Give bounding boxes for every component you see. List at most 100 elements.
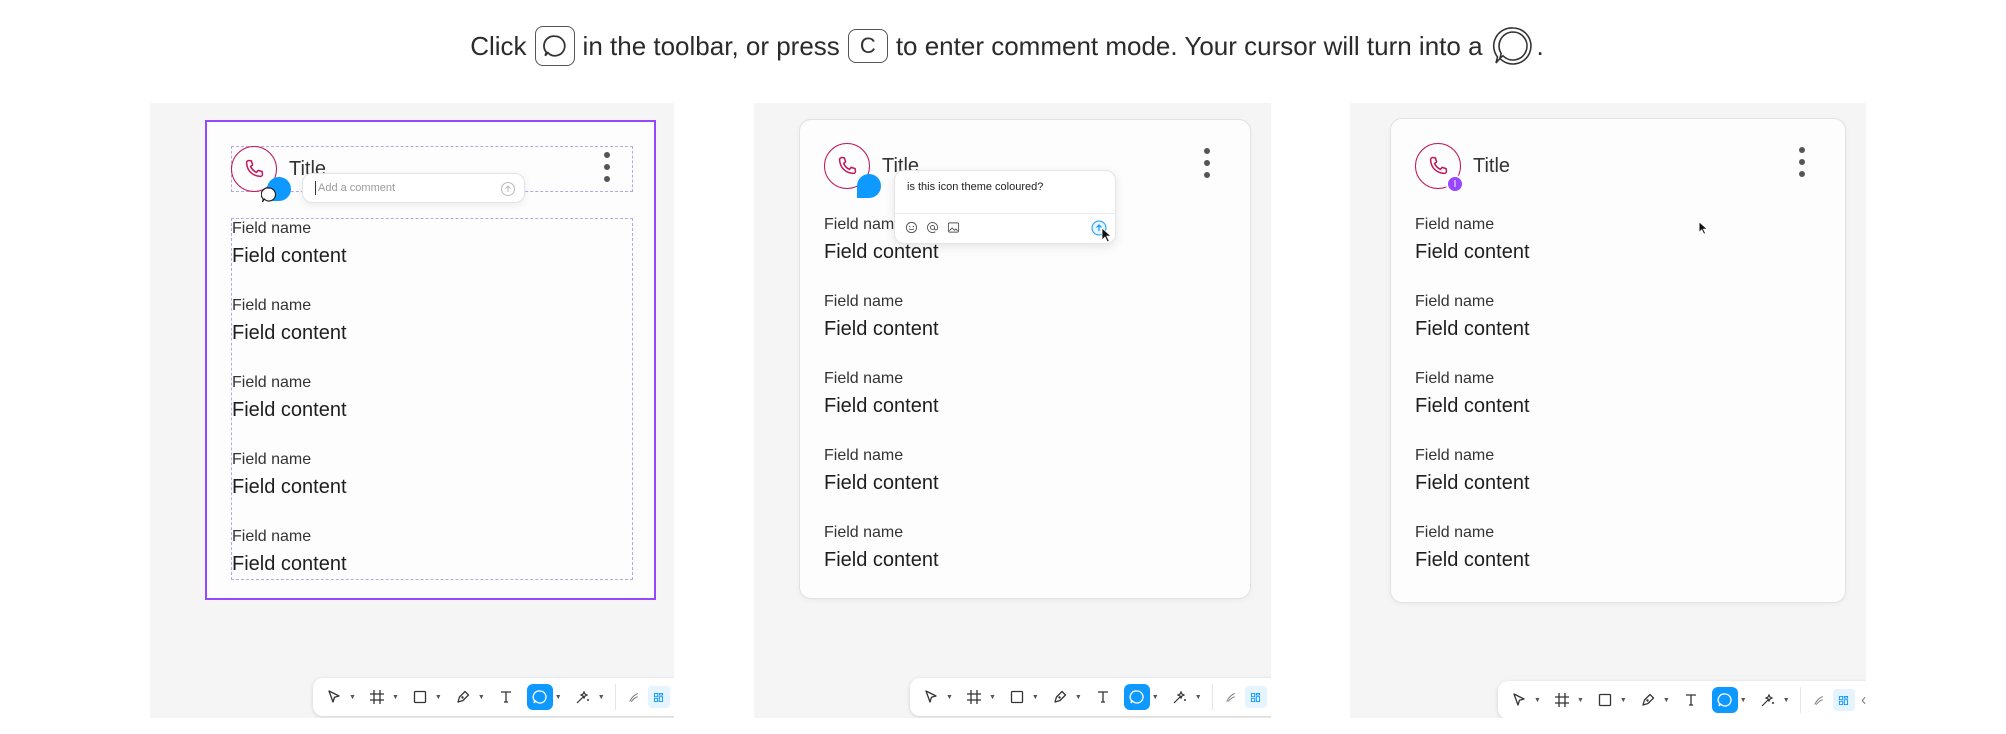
tool-comment[interactable]: ▼ <box>1123 684 1159 710</box>
tool-pen[interactable]: ▼ <box>1635 687 1670 713</box>
field-item: Field name Field content <box>1415 292 1530 369</box>
move-icon <box>1506 687 1532 713</box>
tool-pen[interactable]: ▼ <box>1047 684 1082 710</box>
chevron-down-icon[interactable]: ▼ <box>349 694 356 701</box>
tool-frame[interactable]: ▼ <box>364 684 399 710</box>
card[interactable]: Title Field name Field content Field nam… <box>799 119 1251 599</box>
chevron-down-icon[interactable]: ▼ <box>435 694 442 701</box>
draw-mode-icon[interactable] <box>1221 686 1243 708</box>
mention-icon[interactable] <box>926 221 939 234</box>
pen-icon <box>1635 687 1661 713</box>
chevron-down-icon[interactable]: ▼ <box>1783 697 1790 704</box>
comment-avatar-badge[interactable]: I <box>1446 175 1464 193</box>
add-comment-input[interactable]: Add a comment <box>302 173 525 203</box>
tool-shape[interactable]: ▼ <box>407 684 442 710</box>
field-content: Field content <box>232 245 347 267</box>
field-item: Field name Field content <box>1415 446 1530 523</box>
design-mode-icon[interactable] <box>1832 689 1855 711</box>
toolbar: ▼ ▼ ▼ ▼ ▼ ▼ <box>910 678 1271 716</box>
tool-actions[interactable]: ▼ <box>1167 684 1202 710</box>
chevron-down-icon[interactable]: ▼ <box>1740 697 1747 704</box>
divider <box>895 213 1115 214</box>
tool-text[interactable] <box>1678 687 1704 713</box>
tool-move[interactable]: ▼ <box>918 684 953 710</box>
chevron-down-icon[interactable]: ▼ <box>1620 697 1627 704</box>
tool-shape[interactable]: ▼ <box>1004 684 1039 710</box>
chevron-down-icon[interactable]: ▼ <box>989 694 996 701</box>
dev-mode-icon[interactable] <box>1269 686 1271 708</box>
tool-pen[interactable]: ▼ <box>450 684 485 710</box>
toolbar-divider <box>1799 687 1801 713</box>
draw-mode-icon[interactable] <box>1809 689 1831 711</box>
shape-icon <box>407 684 433 710</box>
chevron-down-icon[interactable]: ▼ <box>1195 694 1202 701</box>
card[interactable]: I Title Field name Field content Field n… <box>1390 118 1846 603</box>
chevron-down-icon[interactable]: ▼ <box>946 694 953 701</box>
tool-text[interactable] <box>493 684 519 710</box>
tool-comment[interactable]: ▼ <box>1711 687 1747 713</box>
instruction-part3: to enter comment mode. Your cursor will … <box>895 30 1483 61</box>
dev-mode-icon[interactable] <box>1857 689 1866 711</box>
tool-shape[interactable]: ▼ <box>1592 687 1627 713</box>
field-content: Field content <box>1415 472 1530 494</box>
chevron-down-icon[interactable]: ▼ <box>1032 694 1039 701</box>
more-options-icon[interactable] <box>1799 147 1805 177</box>
tool-frame[interactable]: ▼ <box>961 684 996 710</box>
comment-text[interactable]: is this icon theme coloured? <box>907 181 1043 193</box>
comment-cursor-icon <box>261 187 277 203</box>
draw-mode-icon[interactable] <box>624 686 646 708</box>
instruction-part4: . <box>1536 30 1544 61</box>
chevron-down-icon[interactable]: ▼ <box>598 694 605 701</box>
tool-text[interactable] <box>1090 684 1116 710</box>
more-options-icon[interactable] <box>1204 148 1210 178</box>
tool-move[interactable]: ▼ <box>321 684 356 710</box>
tool-comment[interactable]: ▼ <box>526 684 562 710</box>
tool-actions[interactable]: ▼ <box>1755 687 1790 713</box>
chevron-down-icon[interactable]: ▼ <box>1075 694 1082 701</box>
comment-icon <box>1123 684 1150 710</box>
shape-icon <box>1004 684 1030 710</box>
field-content: Field content <box>824 395 939 417</box>
send-icon[interactable] <box>500 181 516 197</box>
canvas-panel-typing-comment[interactable]: Title Field name Field content Field nam… <box>754 103 1271 718</box>
field-name: Field name <box>232 451 312 468</box>
field-item: Field name Field content <box>232 296 347 373</box>
shortcut-keycap: C <box>847 29 888 63</box>
tool-move[interactable]: ▼ <box>1506 687 1541 713</box>
phone-avatar: I <box>1415 143 1464 193</box>
dev-mode-icon[interactable] <box>672 686 674 708</box>
composer-tools <box>905 221 960 234</box>
field-item: Field name Field content <box>1415 523 1530 600</box>
actions-icon <box>570 684 596 710</box>
canvas-panel-adding-comment[interactable]: Title Add a comment Field name Field con… <box>150 103 674 718</box>
chevron-down-icon[interactable]: ▼ <box>478 694 485 701</box>
comment-placeholder: Add a comment <box>318 182 396 194</box>
canvas-panel-posted-comment[interactable]: I Title Field name Field content Field n… <box>1350 103 1866 718</box>
chevron-down-icon[interactable]: ▼ <box>1152 694 1159 701</box>
field-content: Field content <box>232 476 347 498</box>
chevron-down-icon[interactable]: ▼ <box>1534 697 1541 704</box>
pointer-cursor-icon <box>1698 221 1708 235</box>
more-options-icon[interactable] <box>604 152 610 182</box>
tool-actions[interactable]: ▼ <box>570 684 605 710</box>
field-name: Field name <box>824 524 904 541</box>
comment-pin[interactable] <box>857 174 881 198</box>
emoji-icon[interactable] <box>905 221 918 234</box>
toolbar: ▼ ▼ ▼ ▼ ▼ ▼ <box>313 678 674 716</box>
selected-card[interactable]: Title Add a comment Field name Field con… <box>205 120 656 600</box>
chevron-down-icon[interactable]: ▼ <box>555 694 562 701</box>
chevron-down-icon[interactable]: ▼ <box>392 694 399 701</box>
design-mode-icon[interactable] <box>1244 686 1267 708</box>
actions-icon <box>1755 687 1781 713</box>
chevron-down-icon[interactable]: ▼ <box>1663 697 1670 704</box>
design-mode-icon[interactable] <box>647 686 670 708</box>
field-name: Field name <box>1415 370 1495 387</box>
frame-icon <box>1549 687 1575 713</box>
tool-frame[interactable]: ▼ <box>1549 687 1584 713</box>
pen-icon <box>450 684 476 710</box>
image-icon[interactable] <box>947 221 960 234</box>
field-item: Field name Field content <box>824 446 939 523</box>
chevron-down-icon[interactable]: ▼ <box>1577 697 1584 704</box>
comment-composer[interactable]: is this icon theme coloured? <box>894 170 1116 244</box>
field-item: Field name Field content <box>232 450 347 527</box>
